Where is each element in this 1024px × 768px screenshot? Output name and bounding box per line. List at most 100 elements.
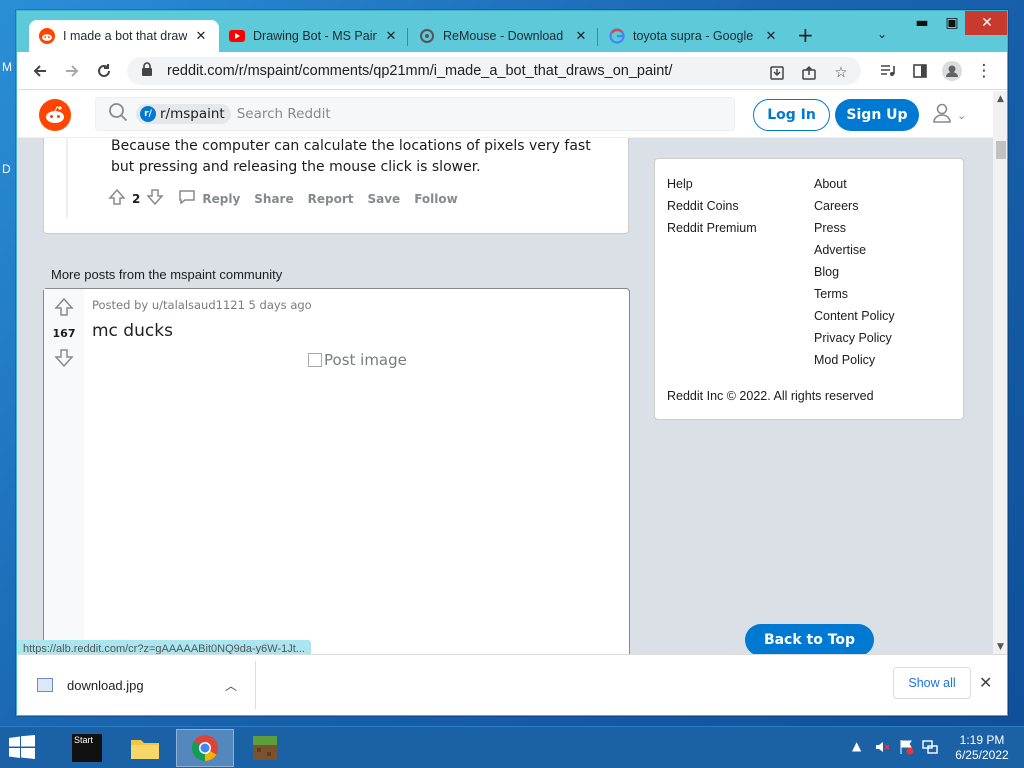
media-icon[interactable] bbox=[877, 60, 899, 82]
search-bar[interactable]: r/ r/mspaint Search Reddit bbox=[95, 97, 735, 131]
footer-link-help[interactable]: Help bbox=[667, 173, 757, 195]
menu-icon[interactable]: ⋮ bbox=[973, 60, 995, 82]
chrome-button[interactable] bbox=[176, 729, 234, 767]
upvote-icon[interactable] bbox=[54, 297, 74, 321]
folder-icon bbox=[131, 740, 159, 759]
desktop-icon-label[interactable]: D bbox=[2, 162, 11, 176]
post-meta[interactable]: Posted by u/talalsaud1121 5 days ago bbox=[92, 298, 312, 312]
close-icon[interactable]: ✕ bbox=[383, 28, 399, 44]
desktop-icon-label[interactable]: M bbox=[2, 60, 12, 74]
flag-icon[interactable] bbox=[898, 739, 914, 758]
close-icon[interactable]: ✕ bbox=[763, 28, 779, 44]
scroll-down-icon[interactable]: ▼ bbox=[997, 642, 1004, 652]
close-icon[interactable]: ✕ bbox=[573, 28, 589, 44]
profile-icon[interactable] bbox=[941, 60, 963, 82]
downvote-icon[interactable] bbox=[54, 348, 74, 372]
page-scrollbar[interactable]: ▲ ▼ bbox=[993, 91, 1007, 654]
address-bar[interactable]: reddit.com/r/mspaint/comments/qp21mm/i_m… bbox=[127, 57, 861, 85]
side-panel-icon[interactable] bbox=[909, 60, 931, 82]
footer-link-content-policy[interactable]: Content Policy bbox=[814, 305, 895, 327]
lock-icon[interactable] bbox=[141, 62, 157, 80]
scroll-thumb[interactable] bbox=[996, 141, 1006, 159]
share-button[interactable]: Share bbox=[254, 192, 293, 206]
user-menu-button[interactable]: ⌄ bbox=[931, 103, 969, 127]
footer-link-terms[interactable]: Terms bbox=[814, 283, 895, 305]
reddit-logo[interactable] bbox=[39, 99, 71, 131]
reddit-icon bbox=[39, 28, 55, 44]
share-icon[interactable] bbox=[799, 63, 819, 83]
chevron-down-icon: ⌄ bbox=[957, 108, 967, 122]
reply-button[interactable]: Reply bbox=[178, 189, 240, 208]
post-card[interactable]: 167 Posted by u/talalsaud1121 5 days ago… bbox=[43, 288, 630, 654]
maximize-icon[interactable]: ▣ bbox=[937, 11, 967, 35]
tab-separator bbox=[407, 28, 408, 46]
follow-button[interactable]: Follow bbox=[414, 192, 458, 206]
tab-google[interactable]: toyota supra - Google Search ✕ bbox=[599, 20, 789, 52]
start-app-button[interactable]: Start bbox=[58, 729, 116, 767]
install-icon[interactable] bbox=[767, 63, 787, 83]
volume-muted-icon[interactable] bbox=[874, 739, 890, 758]
copyright-text: Reddit Inc © 2022. All rights reserved bbox=[667, 389, 874, 403]
system-clock[interactable]: 1:19 PM 6/25/2022 bbox=[950, 733, 1014, 763]
reddit-header: r/ r/mspaint Search Reddit Log In Sign U… bbox=[17, 91, 993, 138]
windows-start-icon[interactable] bbox=[8, 735, 38, 761]
thread-line[interactable] bbox=[66, 138, 68, 218]
close-icon[interactable]: ✕ bbox=[979, 673, 992, 692]
chevron-up-icon[interactable]: ▲ bbox=[852, 739, 861, 753]
post-title[interactable]: mc ducks bbox=[92, 321, 173, 341]
back-icon[interactable] bbox=[29, 60, 51, 82]
download-filename: download.jpg bbox=[67, 677, 144, 693]
footer-link-careers[interactable]: Careers bbox=[814, 195, 895, 217]
post-score: 167 bbox=[52, 327, 76, 340]
page-viewport: r/ r/mspaint Search Reddit Log In Sign U… bbox=[17, 91, 993, 654]
youtube-icon bbox=[229, 28, 245, 44]
downvote-icon[interactable] bbox=[146, 188, 165, 209]
footer-link-blog[interactable]: Blog bbox=[814, 261, 895, 283]
subreddit-icon: r/ bbox=[140, 106, 156, 122]
report-button[interactable]: Report bbox=[308, 192, 354, 206]
new-tab-button[interactable]: + bbox=[797, 25, 814, 45]
back-to-top-button[interactable]: Back to Top bbox=[745, 624, 874, 654]
search-input[interactable]: Search Reddit bbox=[237, 106, 331, 122]
community-filter-chip[interactable]: r/ r/mspaint bbox=[136, 104, 231, 124]
tab-title: Drawing Bot - MS Paint bbox=[253, 29, 377, 43]
footer-link-premium[interactable]: Reddit Premium bbox=[667, 217, 757, 239]
footer-link-coins[interactable]: Reddit Coins bbox=[667, 195, 757, 217]
network-icon[interactable] bbox=[922, 739, 938, 758]
close-icon[interactable]: ✕ bbox=[193, 28, 209, 44]
footer-link-press[interactable]: Press bbox=[814, 217, 895, 239]
chevron-up-icon[interactable]: ︿ bbox=[225, 677, 237, 694]
tab-search-icon[interactable]: ⌄ bbox=[877, 27, 887, 41]
upvote-icon[interactable] bbox=[108, 188, 126, 209]
sign-up-button[interactable]: Sign Up bbox=[835, 99, 919, 131]
minecraft-button[interactable] bbox=[236, 729, 294, 767]
tab-remouse[interactable]: ReMouse - Download ✕ bbox=[409, 20, 599, 52]
window-close-button[interactable]: ✕ bbox=[965, 11, 1007, 35]
tab-title: I made a bot that draws on paint bbox=[63, 29, 187, 43]
show-all-button[interactable]: Show all bbox=[893, 667, 971, 699]
browser-toolbar: reddit.com/r/mspaint/comments/qp21mm/i_m… bbox=[17, 52, 1007, 90]
download-item[interactable]: download.jpg ︿ bbox=[37, 671, 257, 699]
minecraft-icon bbox=[253, 736, 277, 760]
log-in-button[interactable]: Log In bbox=[753, 99, 830, 131]
tab-reddit[interactable]: I made a bot that draws on paint ✕ bbox=[29, 20, 219, 52]
minimize-icon[interactable]: ▬ bbox=[907, 11, 937, 35]
footer-links-card: Help Reddit Coins Reddit Premium About C… bbox=[654, 158, 964, 420]
reload-icon[interactable] bbox=[93, 60, 115, 82]
file-explorer-button[interactable] bbox=[116, 729, 174, 767]
browser-window: I made a bot that draws on paint ✕ Drawi… bbox=[16, 10, 1008, 716]
bookmark-star-icon[interactable]: ☆ bbox=[831, 63, 851, 83]
more-posts-heading: More posts from the mspaint community bbox=[51, 267, 283, 282]
footer-link-privacy-policy[interactable]: Privacy Policy bbox=[814, 327, 895, 349]
post-image[interactable]: Post image bbox=[308, 351, 407, 369]
tab-youtube[interactable]: Drawing Bot - MS Paint ✕ bbox=[219, 20, 409, 52]
footer-link-advertise[interactable]: Advertise bbox=[814, 239, 895, 261]
save-button[interactable]: Save bbox=[367, 192, 400, 206]
footer-link-about[interactable]: About bbox=[814, 173, 895, 195]
url-text: reddit.com/r/mspaint/comments/qp21mm/i_m… bbox=[167, 63, 673, 79]
tab-title: ReMouse - Download bbox=[443, 29, 564, 43]
footer-link-mod-policy[interactable]: Mod Policy bbox=[814, 349, 895, 371]
scroll-up-icon[interactable]: ▲ bbox=[997, 94, 1004, 104]
clock-date: 6/25/2022 bbox=[955, 748, 1009, 762]
forward-icon[interactable] bbox=[61, 60, 83, 82]
